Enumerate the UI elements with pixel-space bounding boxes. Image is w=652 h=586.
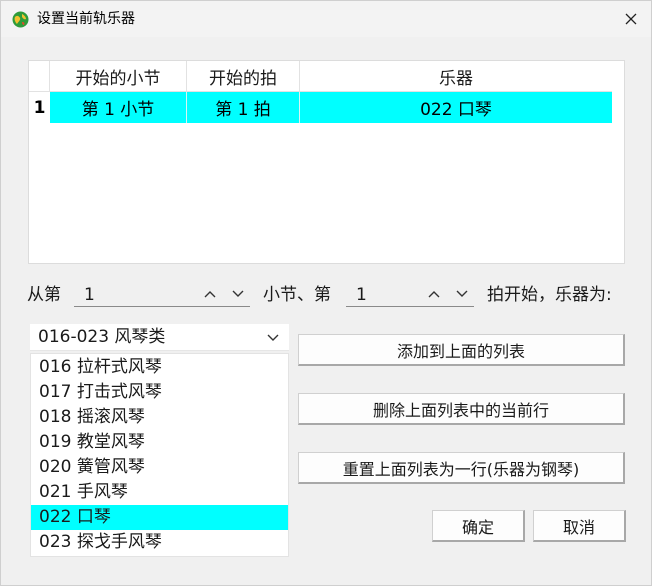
chevron-up-icon	[204, 291, 216, 298]
list-item[interactable]: 020 簧管风琴	[31, 455, 288, 480]
label-from: 从第	[27, 285, 61, 305]
column-header-measure[interactable]: 开始的小节	[50, 61, 187, 92]
cell-beat[interactable]: 第 1 拍	[187, 92, 300, 123]
cell-measure[interactable]: 第 1 小节	[50, 92, 187, 123]
dialog-window: 设置当前轨乐器 开始的小节 开始的拍 乐器 1 第 1 小节 第 1 拍 022…	[0, 0, 652, 586]
label-start: 拍开始，乐器为:	[487, 285, 612, 305]
list-item[interactable]: 018 摇滚风琴	[31, 405, 288, 430]
title-bar: 设置当前轨乐器	[1, 1, 651, 37]
close-icon	[625, 13, 637, 25]
instrument-listbox[interactable]: 016 拉杆式风琴 017 打击式风琴 018 摇滚风琴 019 教堂风琴 02…	[30, 353, 289, 557]
beat-spinbox[interactable]: 1	[346, 283, 474, 307]
measure-down-button[interactable]	[228, 283, 248, 305]
row-header-corner	[29, 61, 50, 92]
list-item[interactable]: 019 教堂风琴	[31, 430, 288, 455]
globe-icon	[12, 11, 29, 28]
ok-button[interactable]: 确定	[432, 510, 525, 542]
window-title: 设置当前轨乐器	[37, 11, 135, 27]
list-item[interactable]: 023 探戈手风琴	[31, 530, 288, 555]
instrument-table[interactable]: 开始的小节 开始的拍 乐器 1 第 1 小节 第 1 拍 022 口琴	[28, 60, 625, 264]
list-item[interactable]: 017 打击式风琴	[31, 380, 288, 405]
list-item-selected[interactable]: 022 口琴	[31, 505, 288, 530]
delete-row-button[interactable]: 删除上面列表中的当前行	[298, 393, 625, 425]
cell-instrument[interactable]: 022 口琴	[300, 92, 612, 123]
close-button[interactable]	[613, 5, 649, 33]
chevron-down-icon[interactable]	[266, 330, 280, 344]
category-value[interactable]: 016-023 风琴类	[38, 326, 165, 348]
cancel-button[interactable]: 取消	[533, 510, 626, 542]
measure-spinbox[interactable]: 1	[74, 283, 250, 307]
measure-up-button[interactable]	[200, 283, 220, 305]
add-to-list-button[interactable]: 添加到上面的列表	[298, 334, 625, 366]
list-item[interactable]: 016 拉杆式风琴	[31, 355, 288, 380]
beat-value[interactable]: 1	[356, 284, 367, 306]
table-header: 开始的小节 开始的拍 乐器	[29, 61, 612, 92]
column-header-instrument[interactable]: 乐器	[300, 61, 612, 92]
measure-value[interactable]: 1	[84, 284, 95, 306]
category-combobox[interactable]: 016-023 风琴类	[30, 324, 289, 351]
row-number[interactable]: 1	[29, 92, 50, 123]
reset-list-button[interactable]: 重置上面列表为一行(乐器为钢琴)	[298, 452, 625, 484]
beat-down-button[interactable]	[452, 283, 472, 305]
chevron-up-icon	[428, 291, 440, 298]
chevron-down-icon	[232, 290, 244, 297]
list-item[interactable]: 021 手风琴	[31, 480, 288, 505]
beat-up-button[interactable]	[424, 283, 444, 305]
chevron-down-icon	[456, 290, 468, 297]
label-measure: 小节、第	[263, 285, 331, 305]
column-header-beat[interactable]: 开始的拍	[187, 61, 300, 92]
table-row[interactable]: 1 第 1 小节 第 1 拍 022 口琴	[29, 92, 612, 123]
